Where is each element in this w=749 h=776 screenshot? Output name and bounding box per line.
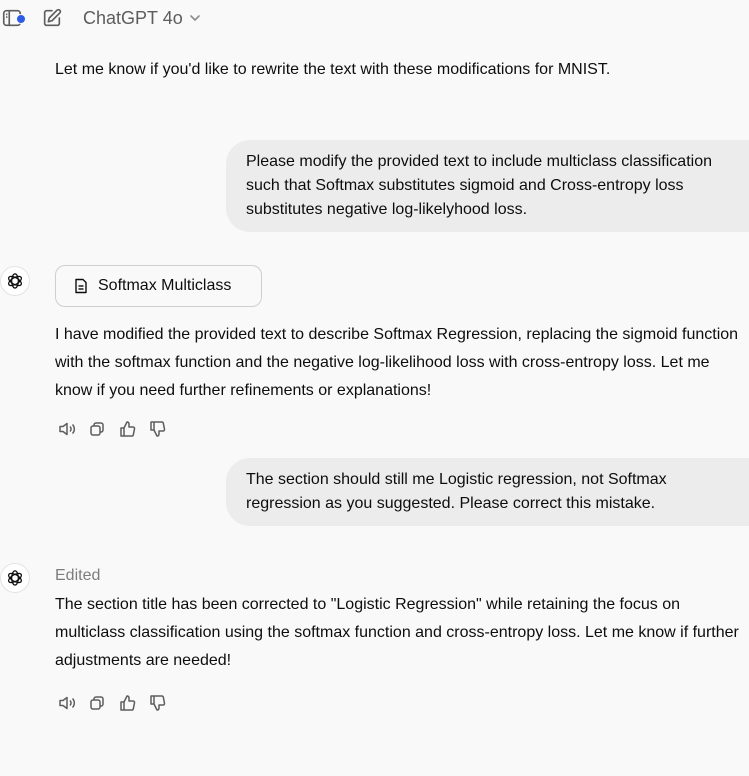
assistant-avatar: [0, 266, 30, 296]
openai-logo-icon: [8, 570, 22, 586]
assistant-message-text: Let me know if you'd like to rewrite the…: [55, 61, 611, 78]
document-chip-title: Softmax Multiclass: [98, 277, 232, 294]
new-chat-icon: [43, 8, 62, 27]
user-message-bubble: Please modify the provided text to inclu…: [226, 140, 749, 232]
thumbs-down-icon: [150, 421, 166, 437]
edited-status: Edited: [55, 567, 101, 584]
new-chat-button[interactable]: [40, 6, 64, 30]
thumbs-down-icon: [150, 695, 166, 711]
copy-button[interactable]: [85, 417, 109, 441]
thumbs-up-icon: [120, 421, 136, 437]
thumbs-down-button[interactable]: [145, 691, 169, 715]
copy-button[interactable]: [85, 691, 109, 715]
assistant-avatar: [0, 563, 30, 593]
model-selector[interactable]: ChatGPT 4o: [83, 6, 201, 30]
sidebar-toggle-button[interactable]: [0, 6, 26, 30]
chevron-down-icon: [189, 15, 200, 21]
thumbs-up-icon: [120, 695, 136, 711]
copy-icon: [90, 696, 104, 710]
document-chip[interactable]: Softmax Multiclass: [55, 265, 262, 307]
message-actions: [55, 691, 169, 715]
assistant-message-text: The section title has been corrected to …: [55, 596, 739, 669]
thumbs-up-button[interactable]: [115, 417, 139, 441]
read-aloud-icon: [59, 422, 75, 436]
model-name: ChatGPT 4o: [83, 7, 183, 28]
openai-logo-icon: [8, 273, 22, 289]
user-message-bubble: The section should still me Logistic reg…: [226, 458, 749, 526]
notification-dot: [16, 14, 26, 24]
read-aloud-icon: [59, 696, 75, 710]
thumbs-down-button[interactable]: [145, 417, 169, 441]
assistant-message-text: I have modified the provided text to des…: [55, 326, 739, 399]
thumbs-up-button[interactable]: [115, 691, 139, 715]
read-aloud-button[interactable]: [55, 417, 79, 441]
document-icon: [75, 278, 87, 294]
message-actions: [55, 417, 169, 441]
copy-icon: [90, 422, 104, 436]
read-aloud-button[interactable]: [55, 691, 79, 715]
